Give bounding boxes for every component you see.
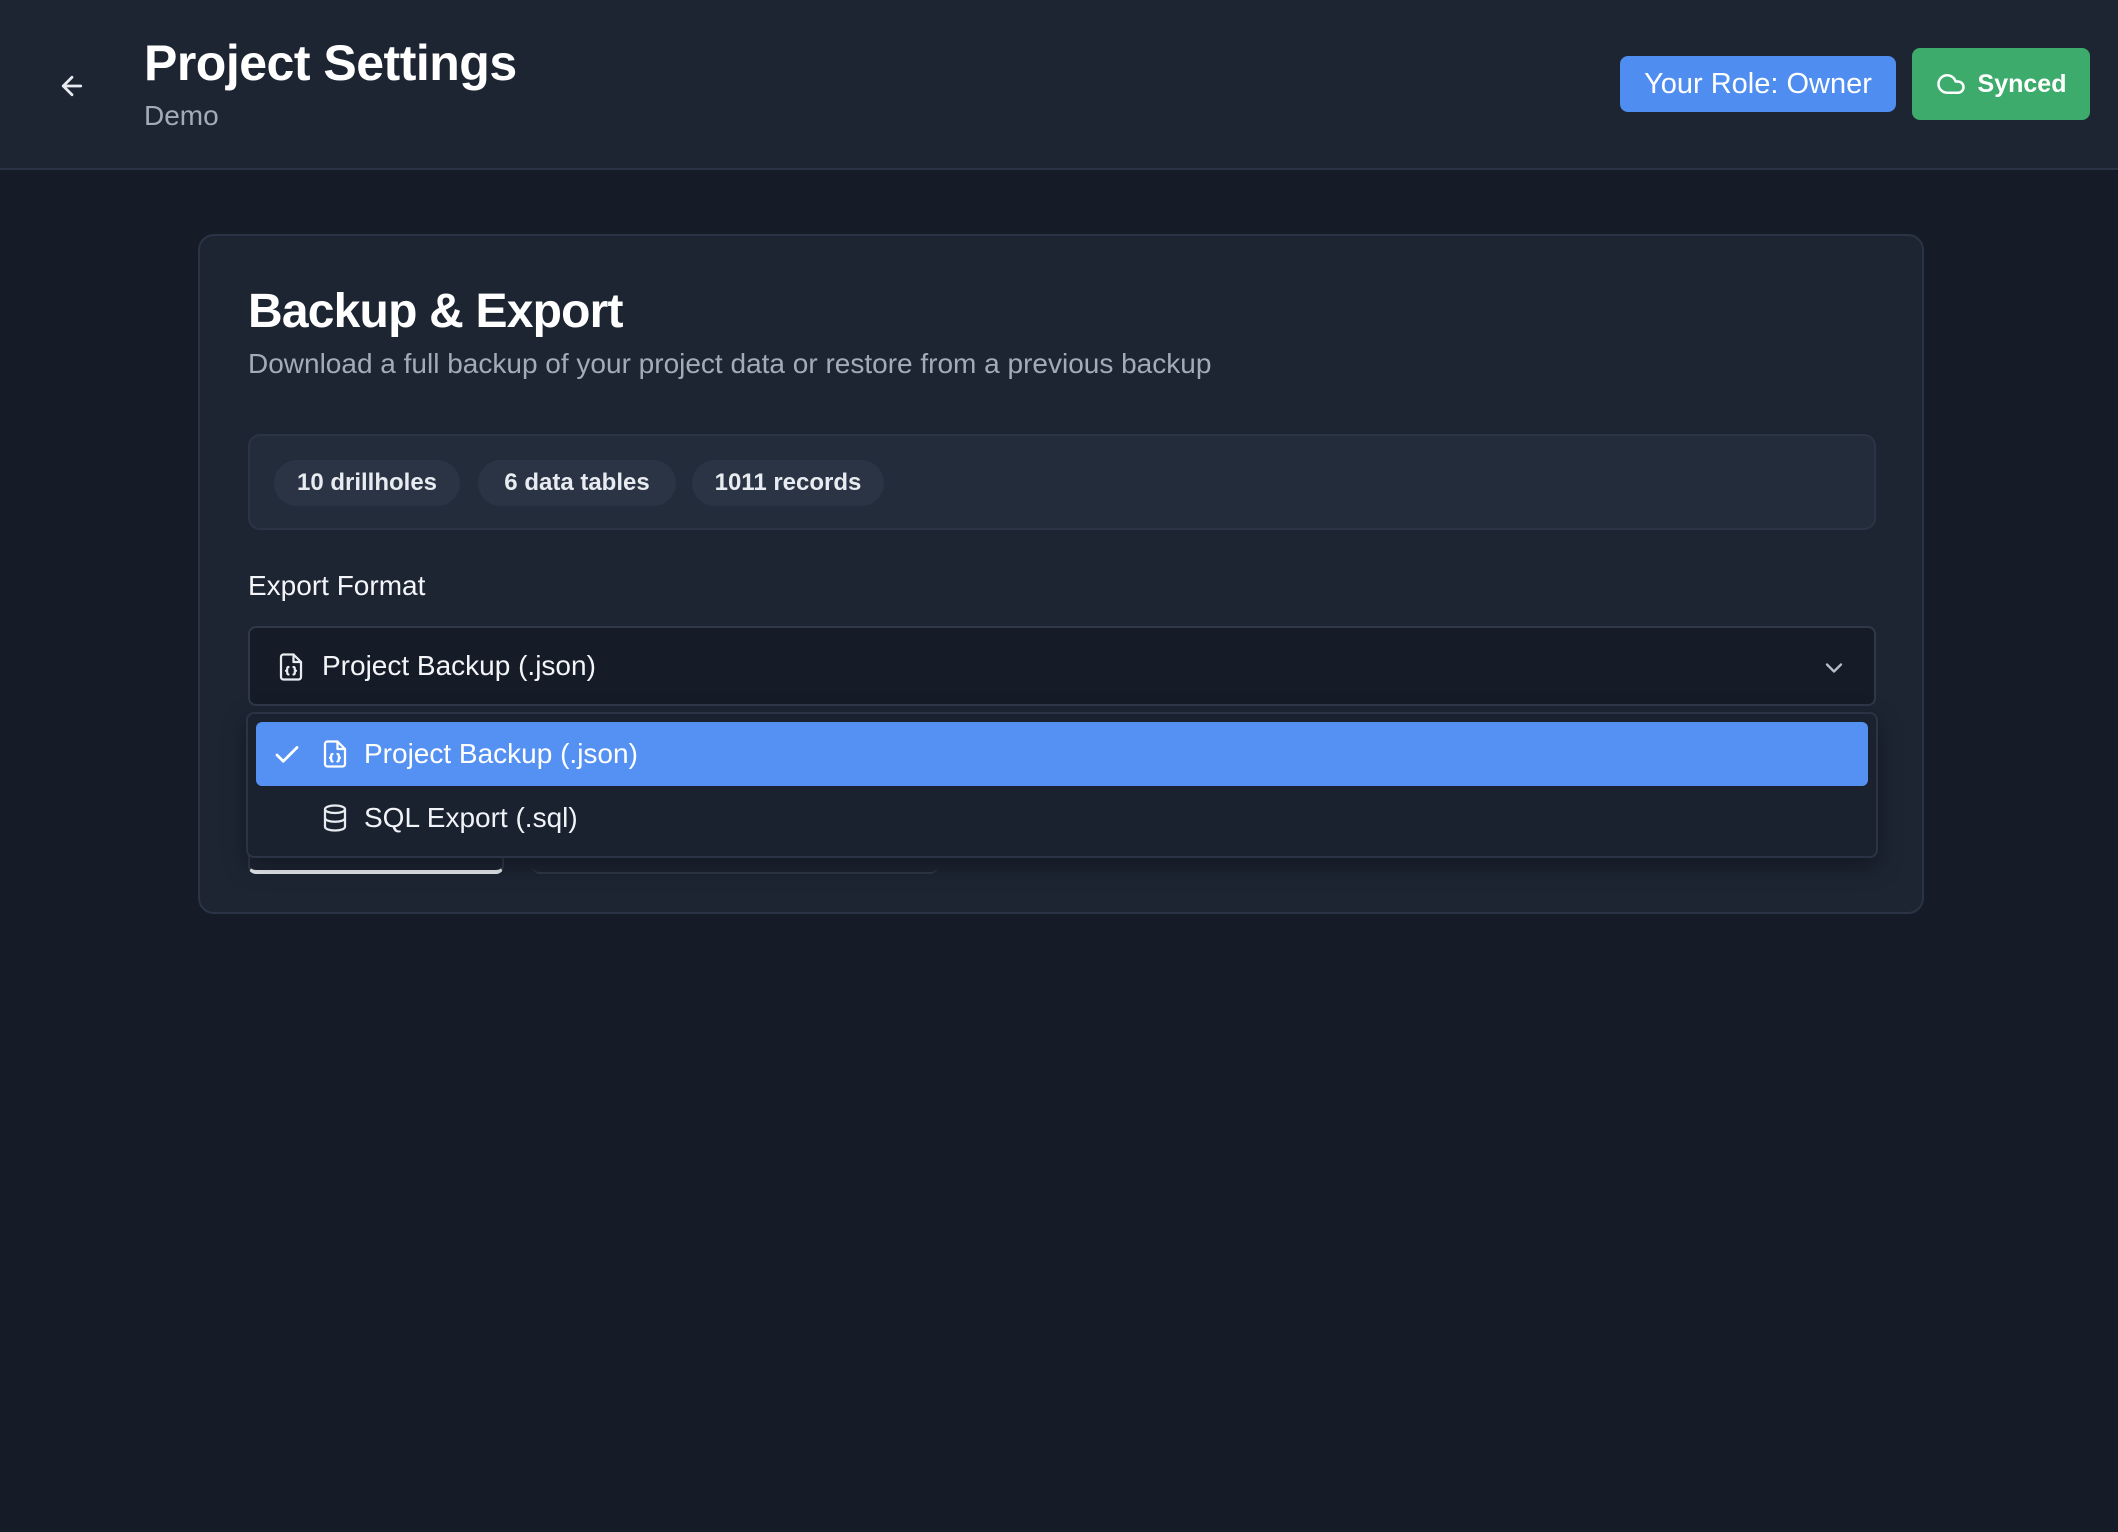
option-sql-export[interactable]: SQL Export (.sql) <box>256 786 1868 850</box>
app-header: Project Settings Demo Your Role: Owner S… <box>0 0 2118 170</box>
cloud-icon <box>1936 74 1965 94</box>
project-stats: 10 drillholes 6 data tables 1011 records <box>248 434 1876 530</box>
back-button[interactable] <box>50 64 94 108</box>
sync-status-label: Synced <box>1977 69 2067 98</box>
arrow-left-icon <box>61 75 83 97</box>
file-json-icon <box>279 653 303 681</box>
database-icon <box>323 804 347 832</box>
export-format-dropdown: Project Backup (.json) SQL Export (.sql) <box>246 712 1878 858</box>
export-format-label: Export Format <box>248 570 426 601</box>
stat-records: 1011 records <box>692 460 884 506</box>
option-label: SQL Export (.sql) <box>364 802 578 833</box>
stat-drillholes: 10 drillholes <box>274 460 460 506</box>
option-project-backup-json[interactable]: Project Backup (.json) <box>256 722 1868 786</box>
chevron-down-icon <box>1825 663 1843 673</box>
project-name: Demo <box>144 100 219 131</box>
export-format-value: Project Backup (.json) <box>322 650 596 681</box>
check-icon <box>275 746 299 763</box>
export-format-select[interactable]: Project Backup (.json) <box>248 626 1876 706</box>
option-label: Project Backup (.json) <box>364 738 638 769</box>
file-json-icon <box>323 740 347 768</box>
section-description: Download a full backup of your project d… <box>248 348 1212 379</box>
stat-data-tables: 6 data tables <box>478 460 676 506</box>
role-badge: Your Role: Owner <box>1620 56 1896 112</box>
section-title: Backup & Export <box>248 285 624 338</box>
sync-status-badge[interactable]: Synced <box>1912 48 2090 120</box>
page-title: Project Settings <box>144 35 517 91</box>
